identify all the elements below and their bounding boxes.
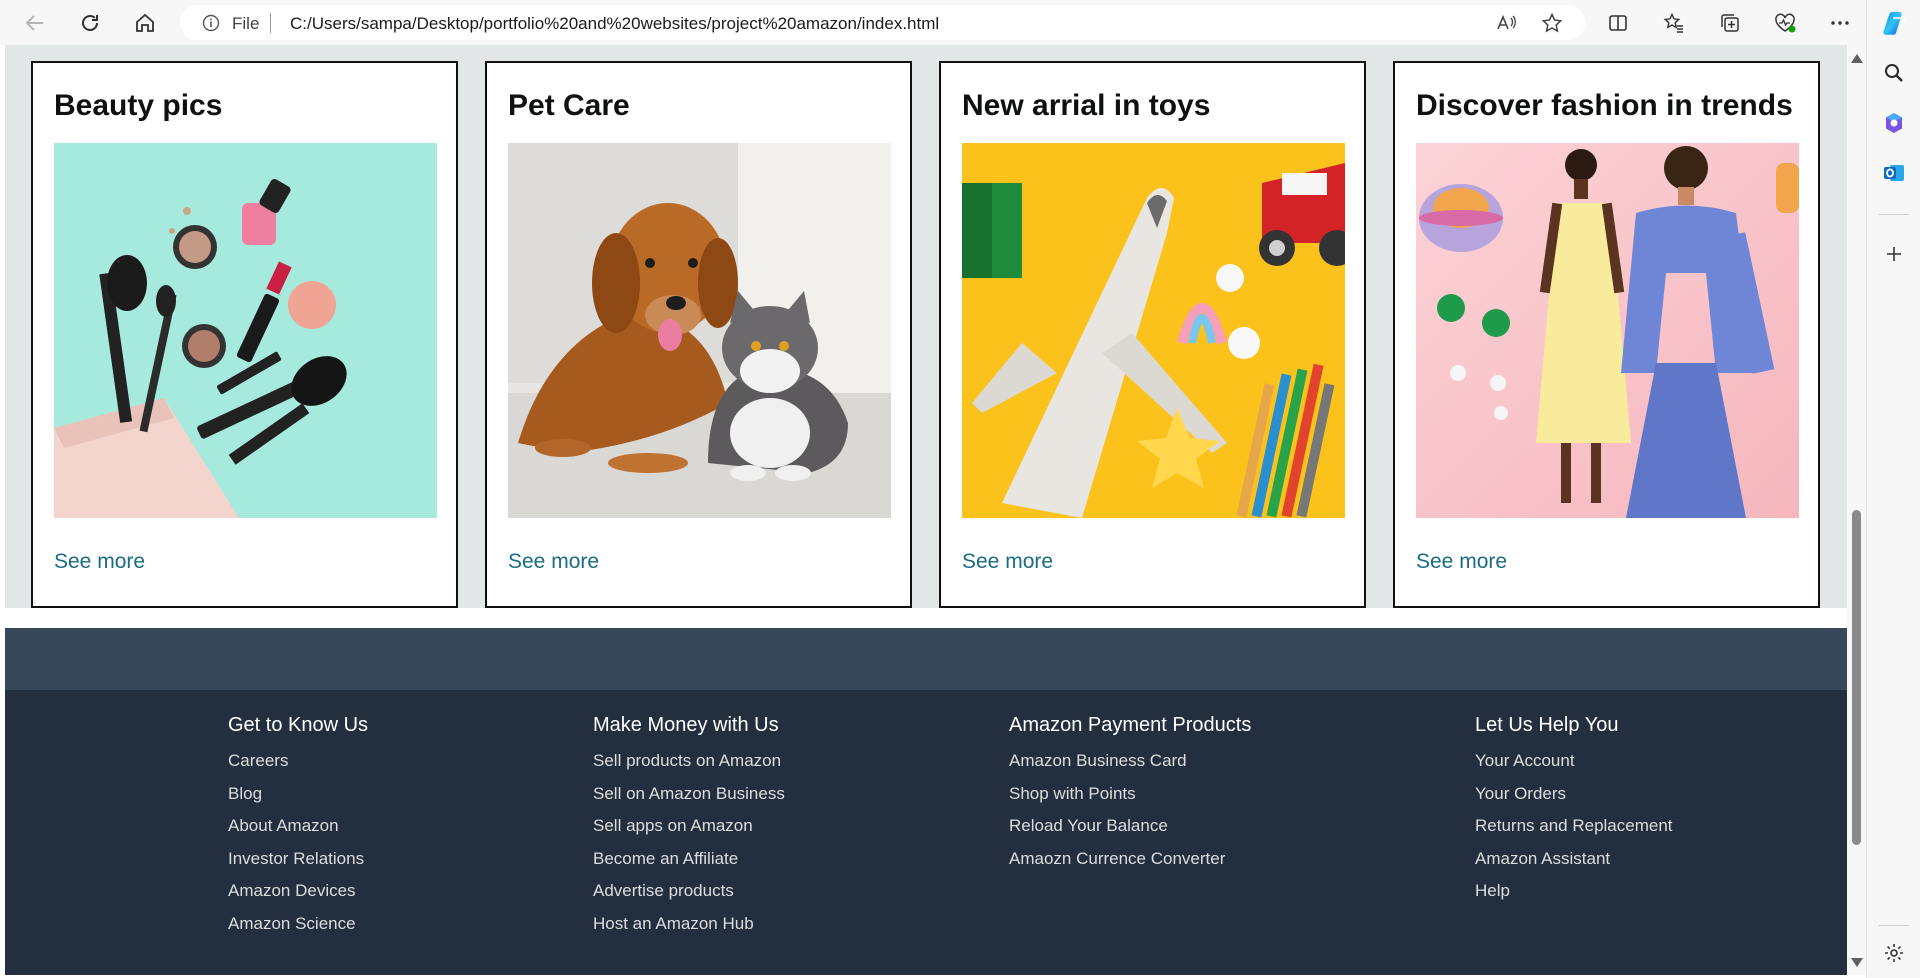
card-title: New arrial in toys bbox=[962, 89, 1211, 122]
fashion-illustration bbox=[1416, 143, 1799, 518]
heart-pulse-icon bbox=[1775, 13, 1796, 33]
footer-link-sell-business[interactable]: Sell on Amazon Business bbox=[593, 778, 785, 811]
pet-care-image[interactable] bbox=[508, 143, 891, 518]
footer-link-hub[interactable]: Host an Amazon Hub bbox=[593, 908, 785, 941]
add-sidebar-app-button[interactable] bbox=[1878, 238, 1910, 270]
footer-link-about-amazon[interactable]: About Amazon bbox=[228, 810, 368, 843]
favorites-icon bbox=[1663, 12, 1683, 33]
outlook-button[interactable] bbox=[1878, 157, 1910, 189]
footer-link-reload-balance[interactable]: Reload Your Balance bbox=[1009, 810, 1251, 843]
category-cards-row: Beauty pics See more Pet Care See more N… bbox=[5, 45, 1847, 609]
favorites-button[interactable] bbox=[1659, 8, 1689, 38]
footer: Get to Know Us Careers Blog About Amazon… bbox=[5, 690, 1847, 975]
copilot-app-button[interactable] bbox=[1878, 107, 1910, 139]
search-sidebar-button[interactable] bbox=[1878, 57, 1910, 89]
collections-button[interactable] bbox=[1715, 8, 1745, 38]
footer-link-help[interactable]: Help bbox=[1475, 875, 1673, 908]
fashion-image[interactable] bbox=[1416, 143, 1799, 518]
footer-column-make-money: Make Money with Us Sell products on Amaz… bbox=[593, 714, 785, 940]
back-button[interactable] bbox=[20, 8, 50, 38]
footer-link-currency-converter[interactable]: Amaozn Currence Converter bbox=[1009, 843, 1251, 876]
footer-link-assistant[interactable]: Amazon Assistant bbox=[1475, 843, 1673, 876]
favorite-button[interactable] bbox=[1539, 10, 1565, 36]
footer-heading: Get to Know Us bbox=[228, 714, 369, 736]
footer-heading: Let Us Help You bbox=[1475, 714, 1619, 736]
sidebar-divider-bottom bbox=[1879, 925, 1909, 926]
footer-link-amazon-devices[interactable]: Amazon Devices bbox=[228, 875, 368, 908]
vertical-scrollbar[interactable] bbox=[1847, 45, 1866, 975]
beauty-image[interactable] bbox=[54, 143, 437, 518]
file-label: File bbox=[232, 14, 260, 33]
card-title: Discover fashion in trends bbox=[1416, 89, 1793, 122]
read-aloud-button[interactable] bbox=[1493, 10, 1519, 36]
card-toys: New arrial in toys See more bbox=[939, 61, 1366, 608]
see-more-link[interactable]: See more bbox=[962, 550, 1053, 574]
info-icon bbox=[202, 14, 220, 37]
footer-link-advertise[interactable]: Advertise products bbox=[593, 875, 785, 908]
plus-icon bbox=[1887, 247, 1901, 261]
card-pet-care: Pet Care See more bbox=[485, 61, 912, 608]
beauty-illustration bbox=[54, 143, 437, 518]
browser-essentials-button[interactable] bbox=[1770, 8, 1800, 38]
page-viewport: Beauty pics See more Pet Care See more N… bbox=[5, 45, 1847, 975]
footer-column-help: Let Us Help You Your Account Your Orders… bbox=[1475, 714, 1673, 908]
collections-icon bbox=[1721, 14, 1739, 32]
office-icon bbox=[1886, 113, 1902, 133]
scrollbar-thumb[interactable] bbox=[1852, 510, 1861, 845]
footer-link-your-account[interactable]: Your Account bbox=[1475, 745, 1673, 778]
refresh-button[interactable] bbox=[75, 8, 105, 38]
section-spacer bbox=[5, 608, 1847, 628]
footer-column-get-to-know-us: Get to Know Us Careers Blog About Amazon… bbox=[228, 714, 368, 940]
see-more-link[interactable]: See more bbox=[508, 550, 599, 574]
footer-heading: Make Money with Us bbox=[593, 714, 779, 736]
toys-image[interactable] bbox=[962, 143, 1345, 518]
split-screen-button[interactable] bbox=[1603, 8, 1633, 38]
scroll-up-arrow-icon[interactable] bbox=[1851, 54, 1863, 63]
outlook-icon bbox=[1884, 165, 1904, 181]
footer-link-investor-relations[interactable]: Investor Relations bbox=[228, 843, 368, 876]
edge-sidebar bbox=[1866, 0, 1920, 978]
footer-link-sell-products[interactable]: Sell products on Amazon bbox=[593, 745, 785, 778]
footer-link-shop-points[interactable]: Shop with Points bbox=[1009, 778, 1251, 811]
sidebar-settings-button[interactable] bbox=[1878, 937, 1910, 969]
copilot-button[interactable] bbox=[1878, 7, 1910, 39]
pet-illustration bbox=[508, 143, 891, 518]
home-button[interactable] bbox=[130, 8, 160, 38]
more-options-button[interactable] bbox=[1825, 8, 1855, 38]
see-more-link[interactable]: See more bbox=[54, 550, 145, 574]
scroll-down-arrow-icon[interactable] bbox=[1851, 958, 1863, 967]
footer-link-blog[interactable]: Blog bbox=[228, 778, 368, 811]
refresh-icon bbox=[82, 15, 98, 31]
address-bar[interactable]: File C:/Users/sampa/Desktop/portfolio%20… bbox=[180, 5, 1585, 40]
footer-link-affiliate[interactable]: Become an Affiliate bbox=[593, 843, 785, 876]
back-to-top-bar[interactable] bbox=[5, 628, 1847, 690]
footer-link-amazon-science[interactable]: Amazon Science bbox=[228, 908, 368, 941]
split-screen-icon bbox=[1609, 15, 1627, 31]
card-beauty: Beauty pics See more bbox=[31, 61, 458, 608]
footer-heading: Amazon Payment Products bbox=[1009, 714, 1252, 736]
sidebar-divider bbox=[1879, 214, 1909, 215]
browser-toolbar: File C:/Users/sampa/Desktop/portfolio%20… bbox=[0, 0, 1866, 45]
more-dots-icon bbox=[1831, 21, 1849, 25]
card-title: Pet Care bbox=[508, 89, 630, 122]
footer-link-business-card[interactable]: Amazon Business Card bbox=[1009, 745, 1251, 778]
back-arrow-icon bbox=[25, 15, 43, 31]
url-text[interactable]: C:/Users/sampa/Desktop/portfolio%20and%2… bbox=[290, 14, 939, 34]
gear-icon bbox=[1885, 944, 1903, 962]
footer-link-returns[interactable]: Returns and Replacement bbox=[1475, 810, 1673, 843]
home-icon bbox=[136, 13, 154, 32]
toys-illustration bbox=[962, 143, 1345, 518]
card-title: Beauty pics bbox=[54, 89, 223, 122]
footer-column-payment-products: Amazon Payment Products Amazon Business … bbox=[1009, 714, 1251, 875]
card-fashion: Discover fashion in trends See more bbox=[1393, 61, 1820, 608]
footer-link-careers[interactable]: Careers bbox=[228, 745, 368, 778]
see-more-link[interactable]: See more bbox=[1416, 550, 1507, 574]
address-divider bbox=[270, 13, 271, 33]
footer-link-your-orders[interactable]: Your Orders bbox=[1475, 778, 1673, 811]
footer-link-sell-apps[interactable]: Sell apps on Amazon bbox=[593, 810, 785, 843]
star-icon bbox=[1541, 12, 1563, 33]
read-aloud-icon bbox=[1497, 14, 1516, 30]
copilot-icon bbox=[1883, 12, 1905, 35]
search-icon bbox=[1885, 64, 1903, 82]
